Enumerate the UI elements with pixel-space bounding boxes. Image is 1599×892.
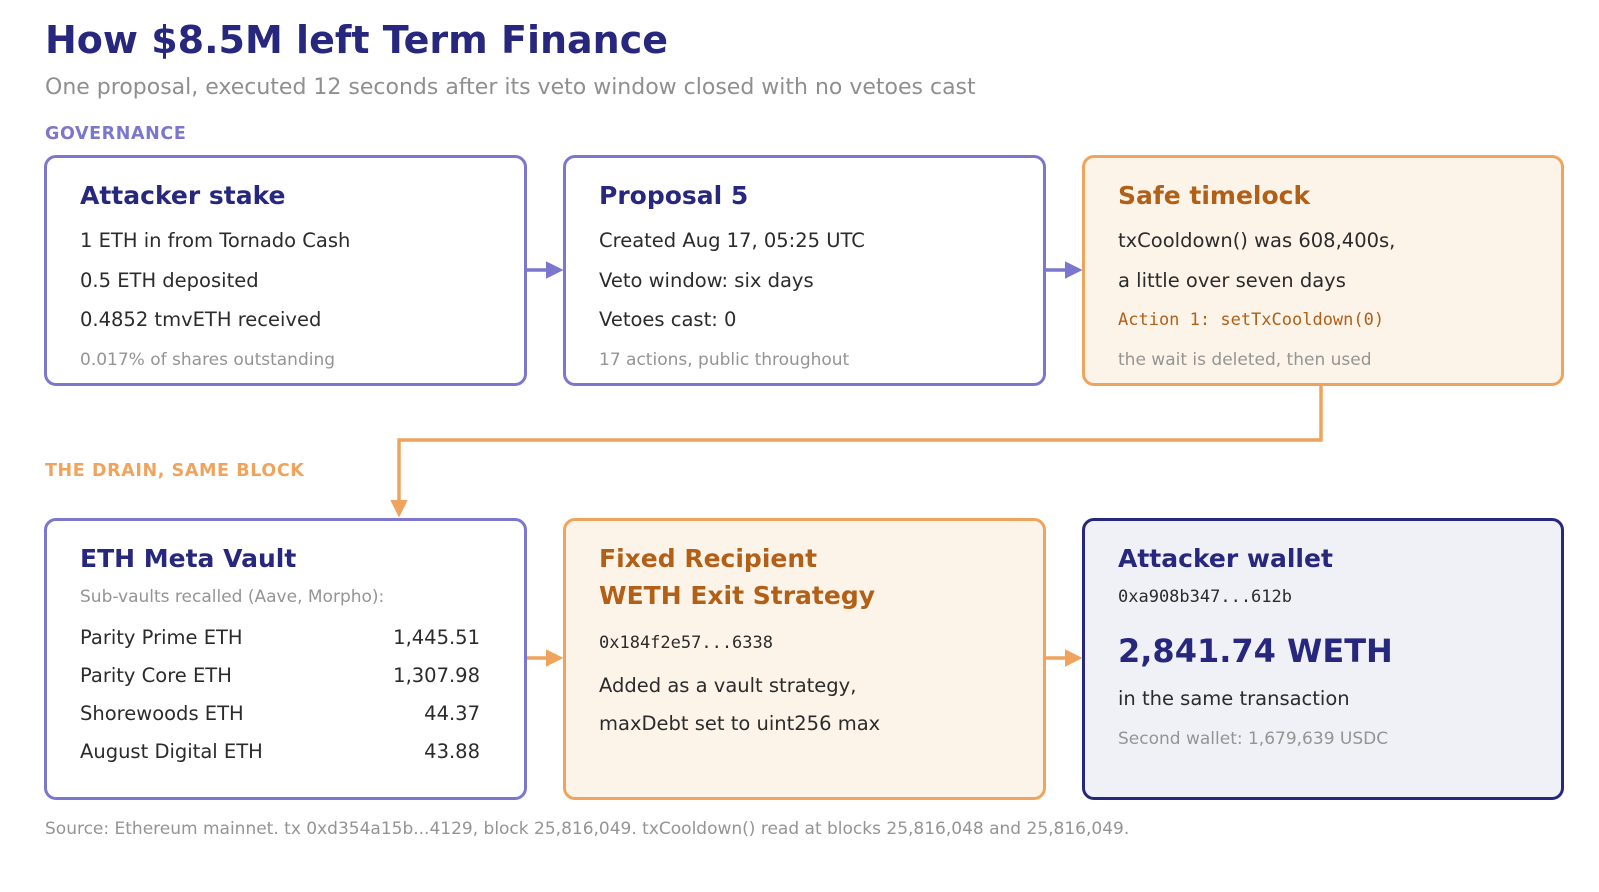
vault-row: Shorewoods ETH 44.37 [80,701,480,727]
card-subtitle: Sub-vaults recalled (Aave, Morpho): [80,587,385,607]
card-title: Safe timelock [1118,181,1311,210]
card-attacker-wallet: Attacker wallet 0xa908b347...612b 2,841.… [1082,518,1564,800]
card-proposal: Proposal 5 Created Aug 17, 05:25 UTC Vet… [563,155,1046,386]
vault-row-name: Parity Core ETH [80,664,232,687]
recipient-address: 0x184f2e57...6338 [599,633,773,653]
vault-row-value: 43.88 [424,740,480,763]
arrow-timelock-to-vault [390,386,1323,518]
card-line: 0.5 ETH deposited [80,269,259,292]
card-fixed-recipient: Fixed Recipient WETH Exit Strategy 0x184… [563,518,1046,800]
card-title: Proposal 5 [599,181,749,210]
card-title: Fixed Recipient [599,544,818,573]
card-title: Attacker stake [80,181,286,210]
card-line: Vetoes cast: 0 [599,308,737,331]
card-title: ETH Meta Vault [80,544,297,573]
card-note: 0.017% of shares outstanding [80,350,336,370]
card-line: Veto window: six days [599,269,814,292]
card-line: Created Aug 17, 05:25 UTC [599,229,865,252]
card-line: maxDebt set to uint256 max [599,712,881,735]
card-note: Second wallet: 1,679,639 USDC [1118,729,1389,749]
source-note: Source: Ethereum mainnet. tx 0xd354a15b.… [45,819,1130,839]
card-safe-timelock: Safe timelock txCooldown() was 608,400s,… [1082,155,1564,386]
card-note: 17 actions, public throughout [599,350,850,370]
wallet-amount: 2,841.74 WETH [1118,632,1393,670]
vault-row-name: Parity Prime ETH [80,626,243,649]
vault-row-name: August Digital ETH [80,740,263,763]
vault-row-value: 1,307.98 [393,664,480,687]
vault-row: Parity Prime ETH 1,445.51 [80,625,480,651]
card-line: txCooldown() was 608,400s, [1118,229,1396,252]
card-line: 0.4852 tmvETH received [80,308,322,331]
card-line: 1 ETH in from Tornado Cash [80,229,351,252]
vault-row-value: 1,445.51 [393,626,480,649]
card-action-code: Action 1: setTxCooldown(0) [1118,310,1385,330]
vault-row: August Digital ETH 43.88 [80,739,480,765]
card-attacker-stake: Attacker stake 1 ETH in from Tornado Cas… [44,155,527,386]
wallet-address: 0xa908b347...612b [1118,587,1292,607]
card-title: Attacker wallet [1118,544,1333,573]
card-title-line2: WETH Exit Strategy [599,581,876,610]
vault-row-name: Shorewoods ETH [80,702,244,725]
vault-row: Parity Core ETH 1,307.98 [80,663,480,689]
card-line: in the same transaction [1118,687,1350,710]
card-note: the wait is deleted, then used [1118,350,1372,370]
card-line: a little over seven days [1118,269,1346,292]
card-line: Added as a vault strategy, [599,674,857,697]
vault-row-value: 44.37 [424,702,480,725]
card-eth-meta-vault: ETH Meta Vault Sub-vaults recalled (Aave… [44,518,527,800]
